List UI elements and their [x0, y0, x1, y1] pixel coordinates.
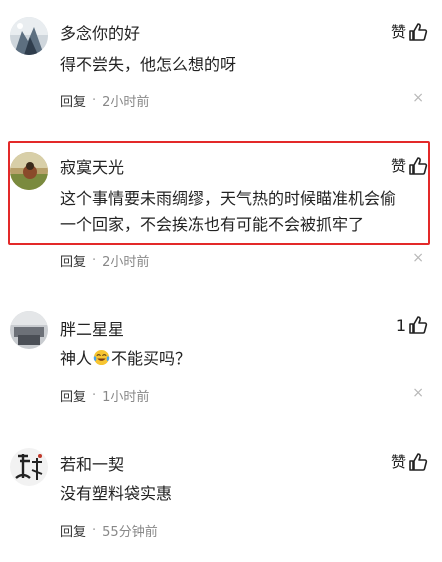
like-button[interactable]: 赞	[391, 21, 428, 42]
thumbs-up-icon	[409, 156, 428, 175]
username[interactable]: 寂寞天光	[60, 154, 124, 178]
reply-button[interactable]: 回复	[60, 386, 86, 405]
username[interactable]: 若和一契	[60, 451, 124, 475]
separator-dot: ·	[92, 388, 97, 403]
username[interactable]: 胖二星星	[60, 316, 124, 340]
timestamp: 2小时前	[102, 95, 150, 110]
like-button[interactable]: 赞	[391, 451, 428, 472]
reply-button[interactable]: 回复	[60, 251, 86, 270]
comment-item: 胖二星星 1 神人 不能买吗？ 回复 · 1小时前 ×	[0, 300, 442, 420]
close-icon[interactable]: ×	[412, 385, 424, 401]
thumbs-up-icon	[409, 22, 428, 41]
comment-text-part: 神人	[60, 349, 93, 368]
thumbs-up-icon	[409, 316, 428, 334]
avatar[interactable]	[10, 17, 48, 55]
comment-text: 得不尝失，他怎么想的呀	[60, 55, 237, 74]
comment-item: 寂寞天光 赞 这个事情要未雨绸缪，天气热的时候瞄准机会偷 一个回家，不会挨冻也有…	[0, 130, 442, 270]
timestamp: 55分钟前	[102, 525, 158, 540]
laughing-crying-emoji-icon	[93, 349, 110, 366]
like-button[interactable]: 1	[396, 315, 428, 335]
close-icon[interactable]: ×	[412, 90, 424, 106]
thumbs-up-icon	[409, 452, 428, 471]
timestamp: 1小时前	[102, 390, 150, 405]
comment-item: 若和一契 赞 没有塑料袋实惠 回复 · 55分钟前	[0, 436, 442, 562]
comment-text: 这个事情要未雨绸缪，天气热的时候瞄准机会偷 一个回家，不会挨冻也有可能不会被抓牢…	[60, 186, 425, 238]
close-icon[interactable]: ×	[412, 250, 424, 266]
avatar[interactable]	[10, 311, 48, 349]
separator-dot: ·	[92, 253, 97, 268]
comment-text-line: 一个回家，不会挨冻也有可能不会被抓牢了	[60, 215, 365, 234]
timestamp: 2小时前	[102, 255, 150, 270]
comment-item: 多念你的好 赞 得不尝失，他怎么想的呀 回复 · 2小时前 ×	[0, 0, 442, 130]
avatar[interactable]	[10, 152, 48, 190]
like-label: 赞	[390, 453, 406, 471]
username[interactable]: 多念你的好	[60, 20, 140, 44]
reply-button[interactable]: 回复	[60, 521, 86, 540]
comment-text: 神人 不能买吗？	[60, 346, 425, 372]
separator-dot: ·	[92, 93, 97, 108]
like-button[interactable]: 赞	[391, 155, 428, 176]
avatar[interactable]	[10, 448, 48, 486]
comment-text-line: 这个事情要未雨绸缪，天气热的时候瞄准机会偷	[60, 189, 397, 208]
like-count: 1	[395, 315, 406, 335]
like-label: 赞	[390, 157, 406, 175]
comment-text-part: 不能买吗？	[111, 349, 192, 368]
separator-dot: ·	[92, 523, 97, 538]
like-label: 赞	[390, 23, 406, 41]
reply-button[interactable]: 回复	[60, 91, 86, 110]
comment-text: 没有塑料袋实惠	[60, 484, 173, 503]
